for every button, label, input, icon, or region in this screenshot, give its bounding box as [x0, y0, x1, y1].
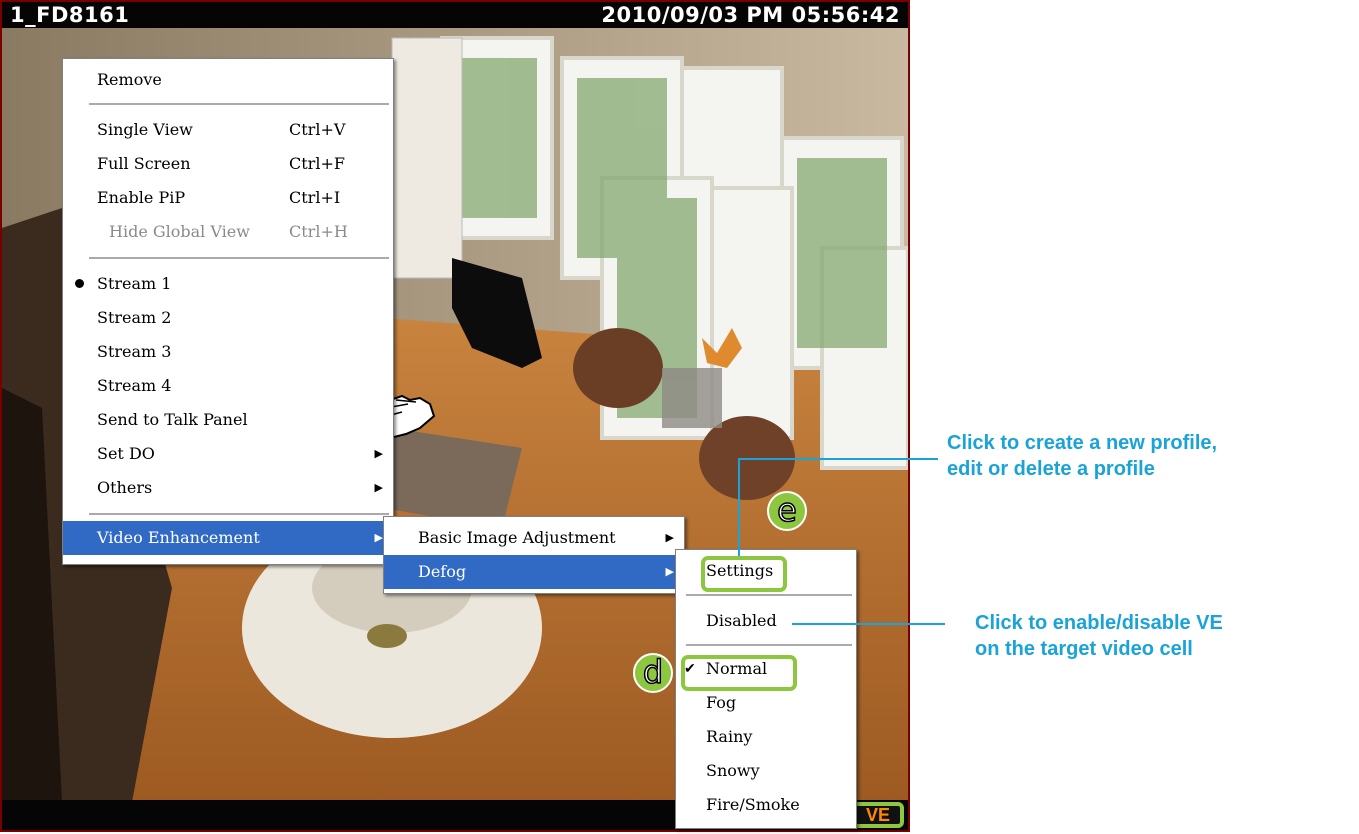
menu-item-enable-pip[interactable]: Enable PiP Ctrl+I [63, 181, 393, 215]
disabled-annotation-line2: on the target video cell [975, 638, 1193, 660]
menu-item-label: Set DO [97, 444, 155, 463]
settings-highlight-box [701, 556, 787, 592]
radio-bullet-icon [75, 279, 84, 288]
menu-item-label: Video Enhancement [97, 528, 260, 547]
menu-item-rainy[interactable]: Rainy [676, 720, 856, 754]
menu-item-label: Defog [418, 562, 467, 581]
context-menu: Remove Single View Ctrl+V Full Screen Ct… [62, 58, 394, 565]
menu-separator [89, 513, 389, 515]
video-enhancement-submenu: Basic Image Adjustment ▶ Defog ▶ [383, 516, 685, 594]
disabled-annotation-line1: Click to enable/disable VE [975, 612, 1223, 634]
menu-item-disabled[interactable]: Disabled [676, 604, 856, 638]
menu-item-shortcut: Ctrl+I [289, 188, 341, 207]
menu-item-stream-1[interactable]: Stream 1 [63, 267, 393, 301]
ve-badge[interactable]: VE [852, 802, 904, 828]
menu-item-shortcut: Ctrl+H [289, 222, 348, 241]
settings-callout-line-horizontal [738, 458, 938, 460]
menu-separator [89, 257, 389, 259]
normal-highlight-box [681, 655, 797, 691]
menu-item-fog[interactable]: Fog [676, 686, 856, 720]
menu-item-hide-global-view: Hide Global View Ctrl+H [63, 215, 393, 249]
menu-item-label: Disabled [706, 611, 777, 630]
menu-item-set-do[interactable]: Set DO ▶ [63, 437, 393, 471]
menu-separator [686, 594, 852, 596]
settings-annotation: Click to create a new profile, edit or d… [947, 430, 1357, 482]
menu-item-single-view[interactable]: Single View Ctrl+V [63, 113, 393, 147]
menu-separator [686, 644, 852, 646]
menu-item-label: Full Screen [97, 154, 191, 173]
menu-item-label: Remove [97, 70, 162, 89]
disabled-annotation: Click to enable/disable VE on the target… [975, 610, 1355, 662]
camera-name: 1_FD8161 [10, 3, 130, 27]
menu-item-basic-image-adjustment[interactable]: Basic Image Adjustment ▶ [384, 521, 684, 555]
submenu-arrow-icon: ▶ [374, 531, 383, 544]
menu-item-label: Fog [706, 693, 737, 712]
menu-item-others[interactable]: Others ▶ [63, 471, 393, 505]
settings-annotation-line2: edit or delete a profile [947, 458, 1155, 480]
menu-separator [89, 103, 389, 105]
submenu-arrow-icon: ▶ [665, 565, 674, 578]
step-e-badge: e [767, 491, 807, 531]
camera-title-bar: 1_FD8161 2010/09/03 PM 05:56:42 [2, 2, 908, 28]
menu-item-shortcut: Ctrl+F [289, 154, 345, 173]
submenu-arrow-icon: ▶ [374, 481, 383, 494]
menu-item-defog[interactable]: Defog ▶ [384, 555, 684, 589]
menu-item-label: Single View [97, 120, 193, 139]
menu-item-video-enhancement[interactable]: Video Enhancement ▶ [63, 521, 393, 555]
menu-item-label: Stream 4 [97, 376, 172, 395]
menu-item-label: Snowy [706, 761, 760, 780]
menu-item-snowy[interactable]: Snowy [676, 754, 856, 788]
submenu-arrow-icon: ▶ [374, 447, 383, 460]
menu-item-label: Rainy [706, 727, 753, 746]
disabled-callout-line [792, 623, 945, 625]
menu-item-shortcut: Ctrl+V [289, 120, 346, 139]
settings-callout-line-vertical [738, 458, 740, 556]
menu-item-label: Basic Image Adjustment [418, 528, 616, 547]
menu-item-label: Stream 1 [97, 274, 172, 293]
submenu-arrow-icon: ▶ [665, 531, 674, 544]
step-d-badge: d [633, 653, 673, 693]
menu-item-stream-3[interactable]: Stream 3 [63, 335, 393, 369]
menu-item-label: Enable PiP [97, 188, 186, 207]
menu-item-full-screen[interactable]: Full Screen Ctrl+F [63, 147, 393, 181]
menu-item-remove[interactable]: Remove [63, 63, 393, 97]
menu-item-stream-4[interactable]: Stream 4 [63, 369, 393, 403]
menu-item-label: Stream 2 [97, 308, 172, 327]
menu-item-send-to-talk-panel[interactable]: Send to Talk Panel [63, 403, 393, 437]
menu-item-label: Hide Global View [109, 222, 250, 241]
menu-item-label: Fire/Smoke [706, 795, 800, 814]
menu-item-label: Send to Talk Panel [97, 410, 248, 429]
menu-item-stream-2[interactable]: Stream 2 [63, 301, 393, 335]
menu-item-fire-smoke[interactable]: Fire/Smoke [676, 788, 856, 822]
menu-item-label: Stream 3 [97, 342, 172, 361]
camera-timestamp: 2010/09/03 PM 05:56:42 [601, 3, 900, 27]
menu-item-label: Others [97, 478, 153, 497]
settings-annotation-line1: Click to create a new profile, [947, 432, 1218, 454]
